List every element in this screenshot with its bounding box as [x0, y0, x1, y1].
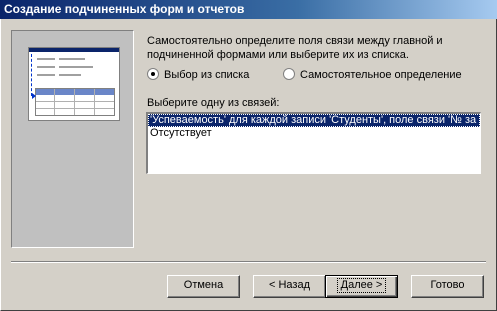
list-item[interactable]: Отсутствует	[148, 127, 480, 140]
back-button-label: < Назад	[269, 279, 310, 291]
list-item-selected[interactable]: 'Успеваемость' для каждой записи 'Студен…	[148, 114, 480, 127]
list-label: Выберите одну из связей:	[147, 97, 280, 109]
preview-grid-col-line	[94, 89, 95, 115]
preview-field-line	[59, 58, 85, 60]
window-title: Создание подчиненных форм и отчетов	[0, 0, 497, 19]
preview-arrow-head-icon	[32, 93, 36, 99]
finish-button-label: Готово	[430, 279, 465, 291]
preview-grid-col-line	[54, 89, 55, 115]
next-button[interactable]: Далее >	[325, 275, 398, 298]
radio-unchecked-icon[interactable]	[283, 68, 295, 80]
preview-form-titlebar	[29, 48, 119, 52]
radio-custom[interactable]: Самостоятельное определение	[283, 68, 462, 82]
preview-panel	[11, 30, 134, 248]
form-preview-icon	[28, 47, 120, 121]
preview-subform-grid	[35, 88, 115, 116]
cancel-button-label: Отмена	[183, 279, 224, 291]
preview-field-line	[59, 74, 81, 76]
instructions-text: Самостоятельно определите поля связи меж…	[147, 35, 443, 61]
preview-grid-col-line	[74, 89, 75, 115]
preview-label-line	[37, 74, 55, 76]
finish-button[interactable]: Готово	[411, 275, 484, 298]
preview-grid-row-line	[36, 108, 114, 109]
preview-field-line	[59, 66, 93, 68]
preview-grid-row-line	[36, 101, 114, 102]
preview-label-line	[37, 66, 55, 68]
preview-link-arrow	[31, 54, 35, 96]
radio-from-list[interactable]: Выбор из списка	[147, 68, 249, 82]
radio-from-list-label: Выбор из списка	[164, 69, 250, 81]
divider	[11, 261, 486, 263]
next-button-label: Далее >	[336, 278, 387, 293]
radio-custom-label: Самостоятельное определение	[300, 69, 462, 81]
relationship-listbox[interactable]: 'Успеваемость' для каждой записи 'Студен…	[146, 112, 481, 174]
preview-grid-header	[36, 89, 114, 95]
preview-label-line	[37, 58, 55, 60]
radio-checked-icon[interactable]	[147, 68, 159, 80]
cancel-button[interactable]: Отмена	[167, 275, 240, 298]
back-button[interactable]: < Назад	[253, 275, 326, 298]
